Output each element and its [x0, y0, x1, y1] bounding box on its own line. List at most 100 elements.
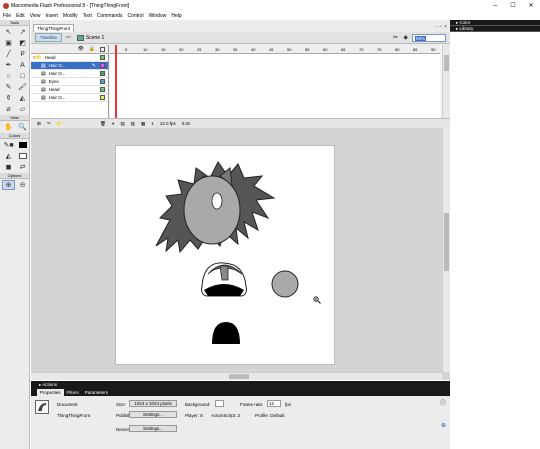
- outline-icon[interactable]: [100, 47, 105, 52]
- pencil-icon: ✎: [91, 62, 96, 69]
- stage-vertical-scrollbar[interactable]: [442, 128, 450, 372]
- device-settings-button[interactable]: Settings...: [129, 425, 177, 432]
- layer-row[interactable]: ▤ Head: [31, 86, 108, 94]
- menu-insert[interactable]: Insert: [45, 13, 58, 19]
- layer-row-selected[interactable]: ▤ Hair O... ✎: [31, 62, 108, 70]
- close-button[interactable]: ✕: [522, 0, 540, 11]
- layer-row[interactable]: ▾📁 Head: [31, 54, 108, 62]
- pen-tool-icon[interactable]: ✒: [2, 60, 15, 70]
- fill-color-box[interactable]: [16, 151, 29, 161]
- text-tool-icon[interactable]: A: [16, 60, 29, 70]
- zoom-out-option-icon[interactable]: ⊖: [16, 180, 29, 190]
- timeline-toggle-button[interactable]: Timeline: [35, 33, 62, 42]
- fill-color-swatch[interactable]: ◭: [2, 151, 15, 161]
- zoom-input[interactable]: 93%: [412, 34, 446, 42]
- document-icon: [35, 400, 49, 414]
- stage-area[interactable]: [31, 128, 450, 380]
- lock-icon[interactable]: 🔒: [89, 46, 95, 52]
- subselect-tool-icon[interactable]: ↗: [16, 27, 29, 37]
- edit-scene-icon[interactable]: ✂: [393, 34, 398, 41]
- back-arrow-icon[interactable]: ⇦: [66, 34, 71, 41]
- layers-header: 👁 🔒: [31, 45, 108, 54]
- frame-ruler[interactable]: 5 10 15 20 25 30 35 40 45 50 55 60 65 70…: [110, 45, 440, 54]
- layer-color-square: [100, 79, 105, 84]
- menu-modify[interactable]: Modify: [63, 13, 78, 19]
- free-transform-tool-icon[interactable]: ▣: [2, 38, 15, 48]
- stage[interactable]: [115, 145, 335, 365]
- stroke-color-swatch[interactable]: ✎■: [2, 140, 15, 150]
- menu-edit[interactable]: Edit: [16, 13, 25, 19]
- menu-commands[interactable]: Commands: [97, 13, 123, 19]
- add-layer-icon[interactable]: ⊞: [37, 121, 41, 127]
- profile-name: Profile: Default: [255, 413, 285, 418]
- stroke-color-box[interactable]: [16, 140, 29, 150]
- expand-icon[interactable]: ⊕: [441, 422, 446, 429]
- delete-layer-icon[interactable]: 🗑: [100, 121, 106, 127]
- zoom-tool-icon[interactable]: 🔍: [16, 122, 29, 132]
- rectangle-tool-icon[interactable]: □: [16, 71, 29, 81]
- document-window-controls[interactable]: - ♂ ×: [436, 24, 447, 30]
- layer-row[interactable]: ▤ Hair O...: [31, 70, 108, 78]
- black-white-icon[interactable]: ◼: [2, 162, 15, 172]
- fill-transform-tool-icon[interactable]: ◩: [16, 38, 29, 48]
- onion-skin-icon[interactable]: ▤: [120, 121, 124, 127]
- arrow-tool-icon[interactable]: ↖: [2, 27, 15, 37]
- maximize-button[interactable]: ☐: [504, 0, 522, 11]
- lasso-tool-icon[interactable]: ᑭ: [16, 49, 29, 59]
- add-guide-icon[interactable]: ↷: [47, 121, 51, 127]
- hand-tool-icon[interactable]: ✋: [2, 122, 15, 132]
- paint-bucket-tool-icon[interactable]: ◭: [16, 93, 29, 103]
- bottom-panels: ▸ Actions Properties Filters Parameters …: [31, 381, 450, 449]
- size-button[interactable]: 1024 x 1024 pixels: [129, 400, 177, 407]
- pencil-tool-icon[interactable]: ✎: [2, 82, 15, 92]
- menu-window[interactable]: Window: [149, 13, 167, 19]
- eraser-tool-icon[interactable]: ▱: [16, 104, 29, 114]
- brush-tool-icon[interactable]: 🖌: [16, 82, 29, 92]
- help-icon[interactable]: ⓘ: [440, 398, 446, 407]
- flash-app-icon: [3, 2, 9, 9]
- document-tab[interactable]: ThingThingFront: [33, 24, 75, 32]
- eyedropper-tool-icon[interactable]: ⌀: [2, 104, 15, 114]
- layer-row[interactable]: ▤ Eyes: [31, 78, 108, 86]
- add-folder-icon[interactable]: 📁: [57, 121, 63, 127]
- actions-panel-header[interactable]: ▸ Actions: [31, 381, 450, 388]
- menu-help[interactable]: Help: [171, 13, 181, 19]
- edit-multiple-icon[interactable]: ▦: [141, 121, 145, 127]
- tools-panel: Tools ↖ ↗ ▣ ◩ ╱ ᑭ ✒ A ○ □ ✎ 🖌 ⚱ ◭ ⌀ ▱ Vi…: [0, 20, 30, 449]
- minimize-button[interactable]: ─: [486, 0, 504, 11]
- onion-outlines-icon[interactable]: ▥: [131, 121, 135, 127]
- background-color-swatch[interactable]: [215, 400, 224, 407]
- size-label: Size:: [116, 402, 127, 407]
- center-frame-icon[interactable]: ⌖: [112, 121, 115, 126]
- timeline-scrollbar[interactable]: [442, 45, 450, 118]
- line-tool-icon[interactable]: ╱: [2, 49, 15, 59]
- menu-view[interactable]: View: [30, 13, 41, 19]
- tab-properties[interactable]: Properties: [37, 389, 64, 396]
- fps-label: fps: [285, 402, 292, 407]
- ink-bottle-tool-icon[interactable]: ⚱: [2, 93, 15, 103]
- eye-icon[interactable]: 👁: [78, 46, 84, 52]
- playhead[interactable]: [115, 45, 117, 118]
- actionscript-version: ActionScript: 2: [211, 413, 241, 418]
- library-panel-header[interactable]: ▸ Library: [450, 26, 540, 32]
- layer-row[interactable]: ▤ Hair O...: [31, 94, 108, 102]
- menu-file[interactable]: File: [3, 13, 11, 19]
- layer-icon: ▤: [41, 70, 46, 77]
- oval-tool-icon[interactable]: ○: [2, 71, 15, 81]
- layer-color-square: [100, 95, 105, 100]
- publish-settings-button[interactable]: Settings...: [129, 411, 177, 418]
- menu-text[interactable]: Text: [83, 13, 92, 19]
- frame-rate-input[interactable]: 12: [267, 400, 281, 407]
- mouth-shape: [212, 322, 240, 344]
- stage-horizontal-scrollbar[interactable]: [31, 372, 442, 380]
- properties-tabs: Properties Filters Parameters: [31, 388, 450, 396]
- frames-area[interactable]: 5 10 15 20 25 30 35 40 45 50 55 60 65 70…: [110, 45, 440, 118]
- zoom-in-option-icon[interactable]: ⊕: [2, 180, 15, 190]
- edit-symbol-icon[interactable]: ◈: [403, 34, 408, 41]
- tab-filters[interactable]: Filters: [64, 389, 82, 396]
- menu-control[interactable]: Control: [127, 13, 143, 19]
- tab-parameters[interactable]: Parameters: [82, 389, 111, 396]
- swap-colors-icon[interactable]: ⇄: [16, 162, 29, 172]
- character-face: [183, 175, 241, 245]
- document-window: ThingThingFront - ♂ × Timeline ⇦ Scene 1…: [31, 20, 450, 380]
